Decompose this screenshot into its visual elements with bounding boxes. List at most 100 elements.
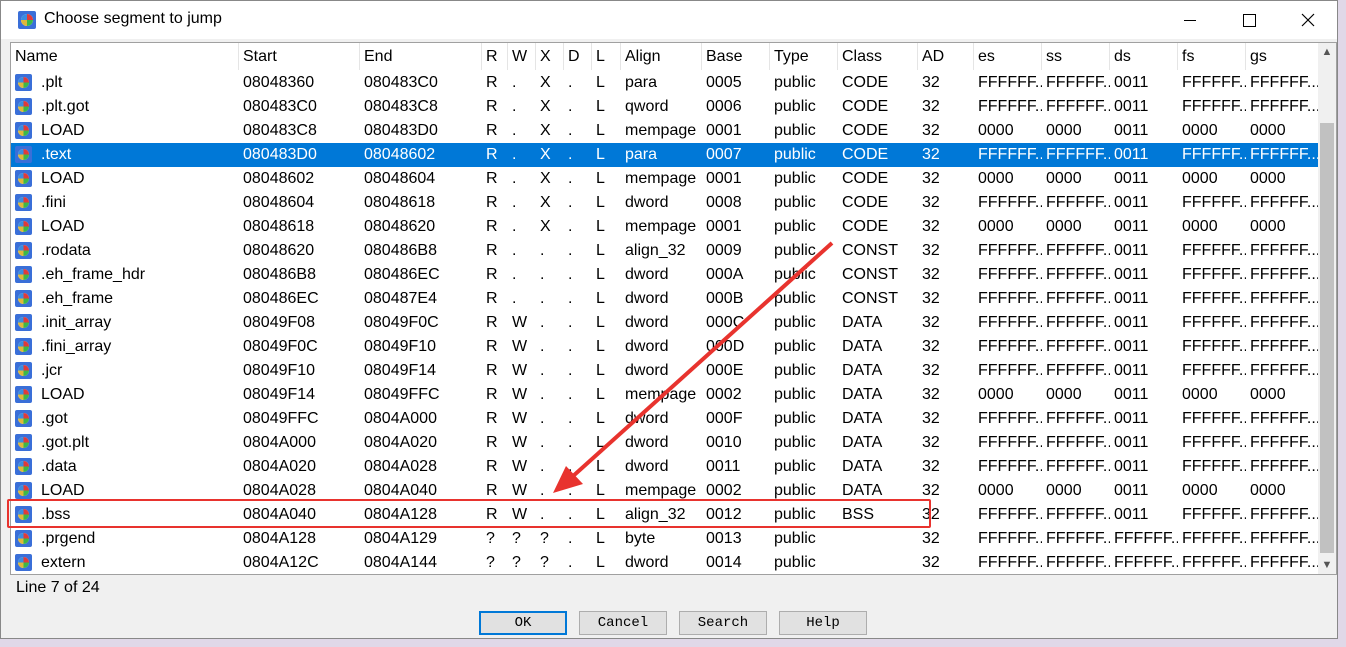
cell-ss: 0000 — [1046, 386, 1082, 403]
column-header-gs[interactable]: gs — [1246, 43, 1319, 70]
status-line: Line 7 of 24 — [16, 579, 100, 596]
cell-l: L — [596, 290, 605, 307]
cell-base: 0010 — [706, 434, 742, 451]
segment-row[interactable]: LOAD 08048618 08048620 R. X. Lmempage 0001 publ… — [11, 215, 1319, 239]
segment-row[interactable]: .eh_frame_hdr 080486B8 080486EC R... Ldword 0… — [11, 263, 1319, 287]
segment-row[interactable]: .rodata 08048620 080486B8 R... Lalign_32 0009… — [11, 239, 1319, 263]
cell-align: dword — [625, 458, 669, 475]
cell-type: public — [774, 338, 816, 355]
column-header-name[interactable]: Name — [11, 43, 239, 70]
cell-class: CODE — [842, 218, 889, 235]
cell-ss: FFFFFF... — [1046, 146, 1110, 163]
segment-row[interactable]: .plt 08048360 080483C0 R. X. Lpara 0005 public C… — [11, 71, 1319, 95]
column-header-class[interactable]: Class — [838, 43, 918, 70]
segment-icon — [15, 482, 32, 499]
column-header-ss[interactable]: ss — [1042, 43, 1110, 70]
cell-x: X — [540, 218, 551, 235]
cell-type: public — [774, 458, 816, 475]
segment-row[interactable]: .init_array 08049F08 08049F0C R W.. Ldword 000… — [11, 311, 1319, 335]
segment-row[interactable]: .data 0804A020 0804A028 R W.. Ldword 0011 publi… — [11, 455, 1319, 479]
cell-gs: FFFFFF... — [1250, 242, 1319, 259]
column-header-ad[interactable]: AD — [918, 43, 974, 70]
scrollbar-thumb[interactable] — [1320, 123, 1334, 553]
cell-class: DATA — [842, 386, 883, 403]
cell-ds: 0011 — [1114, 194, 1149, 211]
cell-d: . — [568, 434, 573, 451]
cell-base: 0006 — [706, 98, 742, 115]
segment-row[interactable]: .got.plt 0804A000 0804A020 R W.. Ldword 0010 pu… — [11, 431, 1319, 455]
column-header-es[interactable]: es — [974, 43, 1042, 70]
cell-end: 080486B8 — [364, 242, 437, 259]
cell-end: 0804A000 — [364, 410, 437, 427]
cell-end: 080487E4 — [364, 290, 437, 307]
minimize-button[interactable] — [1161, 1, 1219, 39]
vertical-scrollbar[interactable]: ▲ ▼ — [1318, 43, 1336, 574]
cell-gs: 0000 — [1250, 218, 1286, 235]
cell-name: LOAD — [41, 386, 85, 403]
cell-ds: 0011 — [1114, 482, 1149, 499]
column-header-end[interactable]: End — [360, 43, 482, 70]
column-header-ds[interactable]: ds — [1110, 43, 1178, 70]
cell-ss: FFFFFF... — [1046, 98, 1110, 115]
segment-icon — [15, 434, 32, 451]
column-header-align[interactable]: Align — [621, 43, 702, 70]
cell-align: dword — [625, 434, 669, 451]
cell-class: CODE — [842, 74, 889, 91]
cell-d: . — [568, 194, 573, 211]
minimize-icon — [1184, 19, 1196, 21]
segment-row[interactable]: extern 0804A12C 0804A144???. Ldword 0014 publ… — [11, 551, 1319, 574]
cell-l: L — [596, 554, 605, 571]
scroll-up-icon[interactable]: ▲ — [1318, 43, 1336, 61]
segment-row[interactable]: .text 080483D0 08048602 R. X. Lpara 0007 public… — [11, 143, 1319, 167]
cell-es: FFFFFF... — [978, 506, 1042, 523]
segment-row[interactable]: LOAD 08049F14 08049FFC R W.. Lmempage 0002 publ… — [11, 383, 1319, 407]
segment-row[interactable]: .got 08049FFC 0804A000 R W.. Ldword 000F public… — [11, 407, 1319, 431]
maximize-button[interactable] — [1220, 1, 1278, 39]
column-header-x[interactable]: X — [536, 43, 564, 70]
cell-start: 08048620 — [243, 242, 315, 259]
cell-ad: 32 — [922, 218, 940, 235]
close-button[interactable] — [1279, 1, 1337, 39]
cell-d: . — [568, 314, 573, 331]
column-header-start[interactable]: Start — [239, 43, 360, 70]
column-header-l[interactable]: L — [592, 43, 621, 70]
cell-w: W — [512, 386, 528, 403]
cell-fs: FFFFFF... — [1182, 338, 1246, 355]
column-header-d[interactable]: D — [564, 43, 592, 70]
segment-row[interactable]: LOAD 08048602 08048604 R. X. Lmempage 0001 publ… — [11, 167, 1319, 191]
cell-r: R — [486, 410, 498, 427]
cell-gs: FFFFFF... — [1250, 458, 1319, 475]
cell-w: . — [512, 146, 517, 163]
cell-es: FFFFFF... — [978, 146, 1042, 163]
segment-row[interactable]: .fini_array 08049F0C 08049F10 R W.. Ldword 000… — [11, 335, 1319, 359]
ok-button[interactable]: OK — [479, 611, 567, 635]
segment-row[interactable]: .eh_frame 080486EC 080487E4 R... Ldword 000B p… — [11, 287, 1319, 311]
column-header-fs[interactable]: fs — [1178, 43, 1246, 70]
cell-gs: 0000 — [1250, 386, 1286, 403]
segment-list[interactable]: Name Start End R W X D L Align Base Type Class AD es s… — [10, 42, 1337, 575]
column-header-r[interactable]: R — [482, 43, 508, 70]
help-button[interactable]: Help — [779, 611, 867, 635]
cell-l: L — [596, 338, 605, 355]
segment-row[interactable]: LOAD 080483C8 080483D0 R. X. Lmempage 0001 publ… — [11, 119, 1319, 143]
cell-name: .eh_frame_hdr — [41, 266, 146, 283]
search-button[interactable]: Search — [679, 611, 767, 635]
cell-align: mempage — [625, 218, 697, 235]
column-header-type[interactable]: Type — [770, 43, 838, 70]
cell-d: . — [568, 266, 573, 283]
segment-row[interactable]: .fini 08048604 08048618 R. X. Ldword 0008 publi… — [11, 191, 1319, 215]
cell-class — [842, 527, 918, 551]
segment-row[interactable]: .jcr 08049F10 08049F14 R W.. Ldword 000E public… — [11, 359, 1319, 383]
cell-name: LOAD — [41, 122, 85, 139]
column-header-w[interactable]: W — [508, 43, 536, 70]
cancel-button[interactable]: Cancel — [579, 611, 667, 635]
cell-gs: FFFFFF... — [1250, 434, 1319, 451]
cell-fs: 0000 — [1182, 170, 1218, 187]
column-header-base[interactable]: Base — [702, 43, 770, 70]
scroll-down-icon[interactable]: ▼ — [1318, 556, 1336, 574]
segment-row[interactable]: .plt.got 080483C0 080483C8 R. X. Lqword 0006 pu… — [11, 95, 1319, 119]
segment-row[interactable]: .prgend 0804A128 0804A129???. Lbyte 0013 publ… — [11, 527, 1319, 551]
cell-w: . — [512, 218, 517, 235]
cell-ds: 0011 — [1114, 290, 1149, 307]
cell-ad: 32 — [922, 146, 940, 163]
